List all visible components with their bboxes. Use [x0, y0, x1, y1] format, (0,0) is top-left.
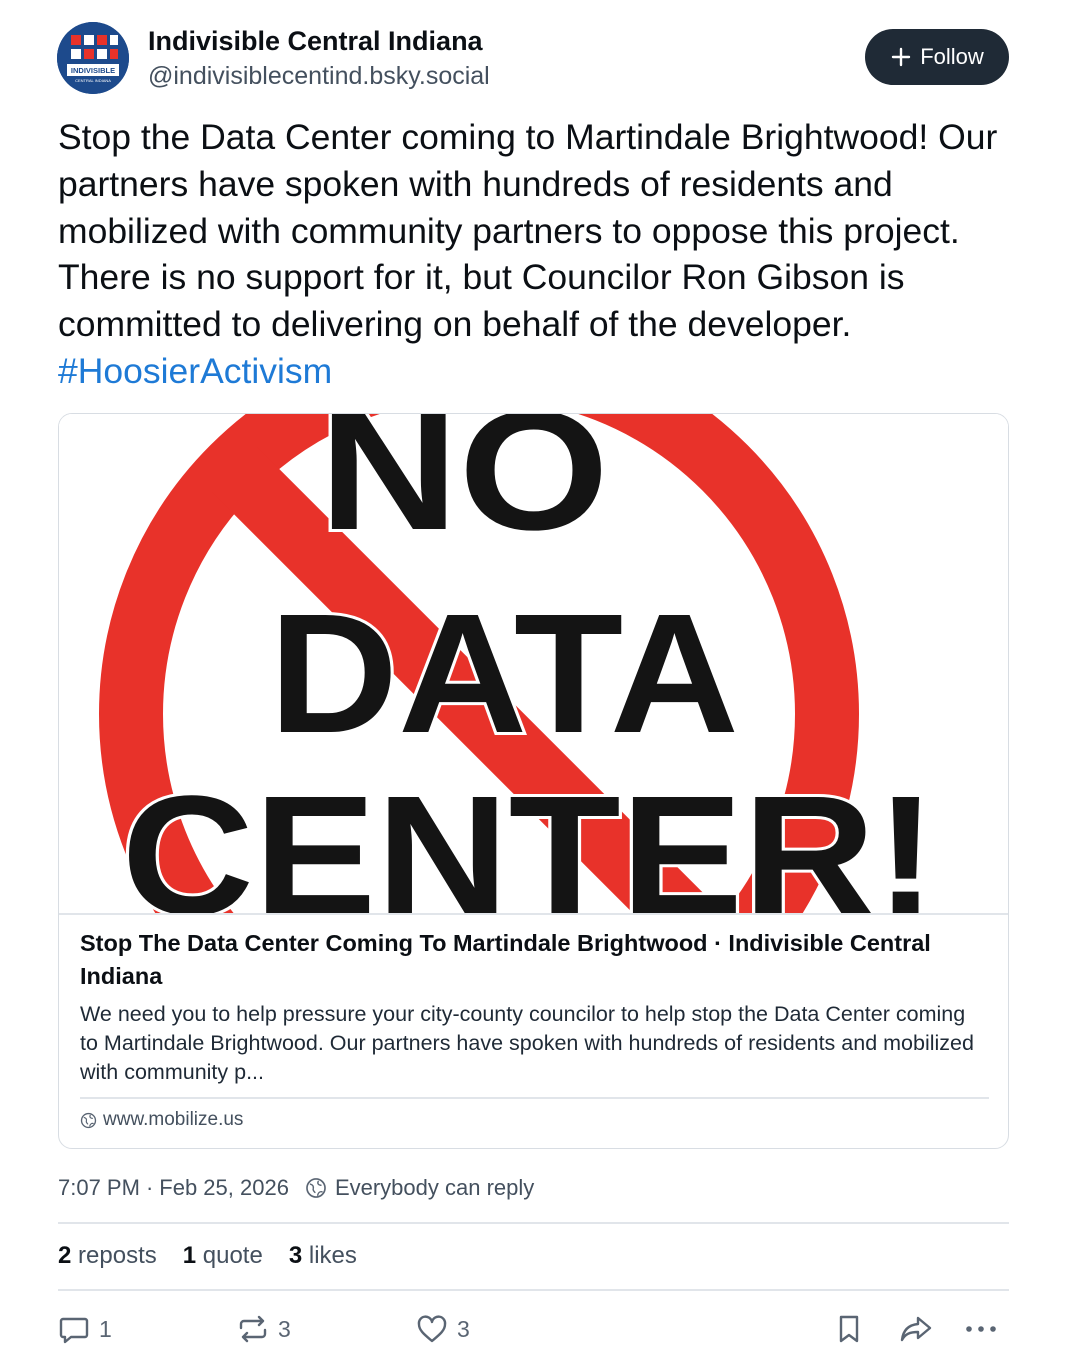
plus-icon: [892, 47, 911, 67]
follow-button-label: Follow: [920, 44, 984, 69]
share-arrow-icon: [900, 1316, 932, 1342]
post-body: Stop the Data Center coming to Martindal…: [58, 117, 998, 345]
card-footer-divider: [80, 1097, 989, 1099]
post-thread-item: INDIVISIBLE CENTRAL INDIANA Indivisible …: [0, 0, 1067, 1368]
reposts-label: reposts: [78, 1242, 157, 1269]
likes-stat[interactable]: 3 likes: [289, 1242, 357, 1270]
link-preview-card[interactable]: NO DATA CENTER! Stop The Data Center Com…: [58, 413, 1009, 1149]
reply-bubble-icon: [59, 1317, 89, 1344]
repost-count: 3: [278, 1315, 291, 1342]
author-display-name[interactable]: Indivisible Central Indiana: [148, 26, 483, 57]
divider: [58, 1289, 1009, 1291]
link-card-domain: www.mobilize.us: [103, 1109, 244, 1130]
divider: [58, 1222, 1009, 1224]
like-button[interactable]: 3: [415, 1312, 470, 1346]
post-meta: 7:07 PM · Feb 25, 2026 Everybody can rep…: [58, 1175, 534, 1201]
like-count: 3: [457, 1315, 470, 1342]
post-text: Stop the Data Center coming to Martindal…: [58, 114, 1018, 395]
more-options-button[interactable]: [962, 1312, 1000, 1346]
follow-button[interactable]: Follow: [865, 29, 1009, 85]
bookmark-icon: [839, 1315, 859, 1343]
repost-button[interactable]: 3: [236, 1312, 291, 1346]
quotes-label: quote: [202, 1242, 263, 1269]
reposts-stat[interactable]: 2 reposts: [58, 1242, 157, 1270]
graphic-line-no: NO: [319, 414, 609, 566]
graphic-line-center: CENTER!: [122, 761, 937, 914]
reply-setting-label: Everybody can reply: [334, 1175, 535, 1200]
link-preview-image: NO DATA CENTER!: [59, 414, 1008, 914]
quotes-stat[interactable]: 1 quote: [183, 1242, 263, 1270]
author-avatar[interactable]: INDIVISIBLE CENTRAL INDIANA: [57, 22, 129, 94]
avatar-logo-subtext: CENTRAL INDIANA: [75, 78, 111, 83]
share-button[interactable]: [898, 1312, 934, 1346]
globe-icon: [306, 1178, 326, 1198]
no-data-center-graphic: NO DATA CENTER!: [59, 414, 1008, 914]
author-handle[interactable]: @indivisiblecentind.bsky.social: [148, 62, 490, 91]
reply-button[interactable]: 1: [57, 1312, 112, 1346]
post-time: 7:07 PM: [58, 1175, 140, 1200]
link-card-description: We need you to help pressure your city-c…: [80, 1002, 974, 1084]
repost-icon: [239, 1315, 267, 1343]
hashtag-link[interactable]: #HoosierActivism: [58, 351, 332, 391]
likes-label: likes: [308, 1242, 357, 1269]
meta-separator: ·: [145, 1175, 154, 1200]
bookmark-button[interactable]: [832, 1312, 866, 1346]
graphic-line-data: DATA: [269, 579, 739, 769]
globe-icon: [80, 1112, 97, 1128]
indivisible-logo-icon: INDIVISIBLE CENTRAL INDIANA: [57, 22, 129, 94]
likes-count: 3: [288, 1242, 303, 1269]
heart-icon: [417, 1315, 447, 1343]
post-date: Feb 25, 2026: [159, 1175, 289, 1200]
reply-setting[interactable]: Everybody can reply: [305, 1175, 534, 1201]
avatar-logo-text: INDIVISIBLE: [71, 66, 115, 75]
quotes-count: 1: [182, 1242, 197, 1269]
engagement-stats: 2 reposts 1 quote 3 likes: [58, 1242, 357, 1270]
link-card-title: Stop The Data Center Coming To Martindal…: [80, 930, 931, 989]
reposts-count: 2: [58, 1242, 72, 1269]
card-divider: [59, 913, 1008, 915]
reply-count: 1: [99, 1315, 112, 1342]
link-card-domain-row: www.mobilize.us: [80, 1109, 243, 1131]
ellipsis-icon: [966, 1326, 996, 1332]
